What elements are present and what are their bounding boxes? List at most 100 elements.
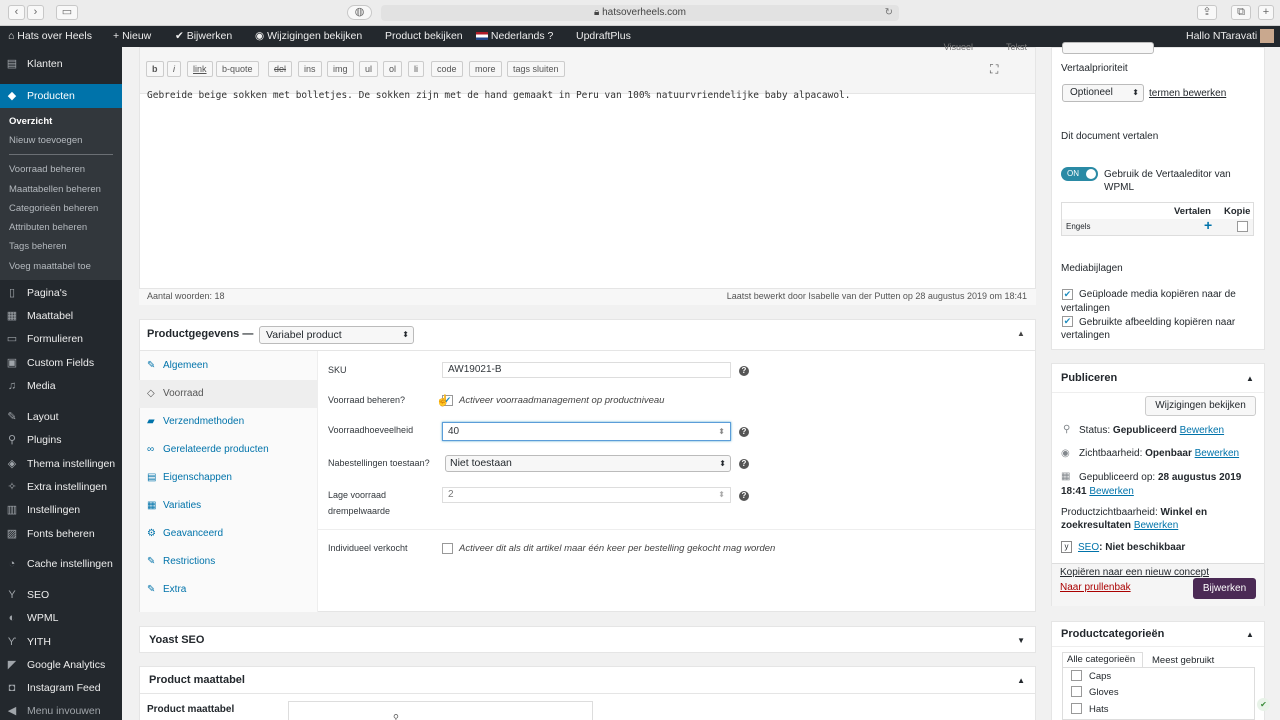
collapse-arrow-icon[interactable]: ▲: [1246, 374, 1254, 383]
add-translation-icon[interactable]: +: [1204, 217, 1212, 233]
collapse-arrow-icon[interactable]: ▲: [1017, 676, 1025, 685]
menu-thema-instellingen[interactable]: ◈ Thema instellingen: [0, 453, 122, 475]
menu-seo[interactable]: Y SEO: [0, 584, 122, 606]
menu-collapse[interactable]: ◀ Menu invouwen: [0, 700, 122, 720]
submenu-tags[interactable]: Tags beheren: [9, 241, 67, 252]
menu-yith[interactable]: ϒ YITH: [0, 631, 122, 653]
submenu-voorraad[interactable]: Voorraad beheren: [9, 164, 85, 175]
menu-custom-fields[interactable]: ▣ Custom Fields: [0, 352, 122, 374]
avatar[interactable]: [1260, 29, 1274, 43]
translation-editor-toggle[interactable]: ON: [1061, 167, 1098, 181]
admin-language-switcher[interactable]: Nederlands ?: [476, 26, 553, 47]
update-button[interactable]: Bijwerken: [1193, 578, 1256, 599]
tab-text[interactable]: Tekst: [1006, 42, 1027, 52]
trash-link[interactable]: Naar prullenbak: [1060, 582, 1131, 593]
seo-link[interactable]: SEO: [1078, 542, 1099, 553]
admin-site-link[interactable]: ⌂ Hats over Heels: [8, 26, 92, 47]
help-icon[interactable]: ?: [739, 427, 749, 437]
qt-code-button[interactable]: code: [431, 61, 463, 77]
menu-extra-instellingen[interactable]: ✧ Extra instellingen: [0, 476, 122, 498]
menu-instagram[interactable]: ◘ Instagram Feed: [0, 677, 122, 699]
menu-producten[interactable]: ◆ Producten: [0, 84, 122, 108]
tab-extra[interactable]: ✎ Extra: [139, 576, 317, 604]
menu-formulieren[interactable]: ▭ Formulieren: [0, 328, 122, 350]
stepper-icon[interactable]: ⬍: [718, 423, 725, 440]
menu-fonts[interactable]: ▨ Fonts beheren: [0, 523, 122, 545]
tabs-icon[interactable]: ⧉: [1231, 5, 1251, 20]
status-edit-link[interactable]: Bewerken: [1180, 425, 1224, 436]
tab-gerelateerde-producten[interactable]: ∞ Gerelateerde producten: [139, 436, 317, 464]
low-stock-input[interactable]: 2 ⬍: [442, 487, 731, 503]
menu-klanten[interactable]: ▤ Klanten: [0, 53, 122, 75]
forward-button[interactable]: ›: [27, 5, 44, 20]
help-icon[interactable]: ?: [739, 366, 749, 376]
qt-bquote-button[interactable]: b-quote: [216, 61, 259, 77]
menu-maattabel[interactable]: ▦ Maattabel: [0, 305, 122, 327]
yoast-panel[interactable]: Yoast SEO ▼: [139, 626, 1036, 653]
help-icon[interactable]: ?: [739, 491, 749, 501]
back-button[interactable]: ‹: [8, 5, 25, 20]
submenu-categorieen[interactable]: Categorieën beheren: [9, 203, 98, 214]
copy-checkbox[interactable]: [1237, 221, 1248, 232]
qt-del-button[interactable]: del: [268, 61, 293, 77]
admin-updraft-link[interactable]: UpdraftPlus: [576, 26, 631, 47]
menu-cache[interactable]: ◔ Cache instellingen: [0, 553, 122, 575]
help-icon[interactable]: ?: [739, 459, 749, 469]
category-checkbox[interactable]: [1071, 670, 1082, 681]
visibility-edit-link[interactable]: Bewerken: [1195, 448, 1239, 459]
shield-icon[interactable]: ✔: [1257, 698, 1270, 711]
qt-more-button[interactable]: more: [469, 61, 502, 77]
qt-bold-button[interactable]: b: [146, 61, 164, 77]
admin-view-changes-link[interactable]: ◉ Wijzigingen bekijken: [255, 26, 362, 47]
submenu-overzicht[interactable]: Overzicht: [9, 116, 52, 127]
tab-geavanceerd[interactable]: ⚙ Geavanceerd: [139, 520, 317, 548]
menu-layout[interactable]: ✎ Layout: [0, 406, 122, 428]
admin-new-link[interactable]: + Nieuw: [113, 26, 151, 47]
backorders-select[interactable]: Niet toestaan ⬍: [445, 455, 731, 472]
tab-restrictions[interactable]: ✎ Restrictions: [139, 548, 317, 576]
sidebar-toggle-icon[interactable]: ▭: [56, 5, 78, 20]
cat-tab-most-used[interactable]: Meest gebruikt: [1152, 655, 1214, 666]
qt-li-button[interactable]: li: [408, 61, 424, 77]
collapse-arrow-icon[interactable]: ▲: [1246, 630, 1254, 639]
submenu-nieuw[interactable]: Nieuw toevoegen: [9, 135, 82, 146]
share-icon[interactable]: ⇪: [1197, 5, 1217, 20]
editor-textarea[interactable]: Gebreide beige sokken met bolletjes. De …: [147, 90, 1027, 102]
submenu-maattabel-toevoegen[interactable]: Voeg maattabel toe: [9, 261, 91, 272]
qt-close-tags-button[interactable]: tags sluiten: [507, 61, 565, 77]
fullscreen-icon[interactable]: ⛶: [990, 62, 998, 77]
qt-link-button[interactable]: link: [187, 61, 213, 77]
new-tab-button[interactable]: +: [1258, 5, 1274, 20]
tab-visual[interactable]: Visueel: [944, 42, 973, 52]
menu-plugins[interactable]: ⚲ Plugins: [0, 429, 122, 451]
media-copy-checkbox[interactable]: ✔: [1062, 289, 1073, 300]
qt-img-button[interactable]: img: [327, 61, 354, 77]
reload-icon[interactable]: ↻: [885, 5, 893, 21]
qt-ins-button[interactable]: ins: [298, 61, 322, 77]
published-edit-link[interactable]: Bewerken: [1089, 486, 1133, 497]
qt-italic-button[interactable]: i: [167, 61, 181, 77]
admin-update-link[interactable]: ✔ Bijwerken: [175, 26, 232, 47]
size-chart-search[interactable]: ⚲: [288, 701, 593, 720]
catalog-edit-link[interactable]: Bewerken: [1134, 520, 1178, 531]
edit-terms-link[interactable]: termen bewerken: [1149, 88, 1226, 99]
menu-wpml[interactable]: ◐ WPML: [0, 607, 122, 629]
address-bar[interactable]: 🔒︎ hatsoverheels.com ↻: [381, 5, 899, 21]
qt-ol-button[interactable]: ol: [383, 61, 403, 77]
stock-qty-input[interactable]: 40 ⬍: [442, 422, 731, 441]
admin-greeting[interactable]: Hallo NTaravati: [1186, 26, 1257, 47]
sold-individually-checkbox[interactable]: [442, 543, 453, 554]
collapse-arrow-icon[interactable]: ▲: [1017, 329, 1025, 338]
cat-tab-all[interactable]: Alle categorieën: [1062, 652, 1143, 668]
menu-google-analytics[interactable]: ◤ Google Analytics: [0, 654, 122, 676]
category-checkbox[interactable]: [1071, 686, 1082, 697]
menu-paginas[interactable]: ▯ Pagina's: [0, 282, 122, 304]
menu-instellingen[interactable]: ▥ Instellingen: [0, 499, 122, 521]
featured-copy-checkbox[interactable]: ✔: [1062, 316, 1073, 327]
submenu-attributen[interactable]: Attributen beheren: [9, 222, 87, 233]
category-checkbox[interactable]: [1071, 703, 1082, 714]
tab-voorraad[interactable]: ◇ Voorraad: [139, 380, 317, 408]
submenu-maattabellen[interactable]: Maattabellen beheren: [9, 184, 101, 195]
expand-arrow-icon[interactable]: ▼: [1017, 636, 1025, 645]
tab-variaties[interactable]: ▦ Variaties: [139, 492, 317, 520]
